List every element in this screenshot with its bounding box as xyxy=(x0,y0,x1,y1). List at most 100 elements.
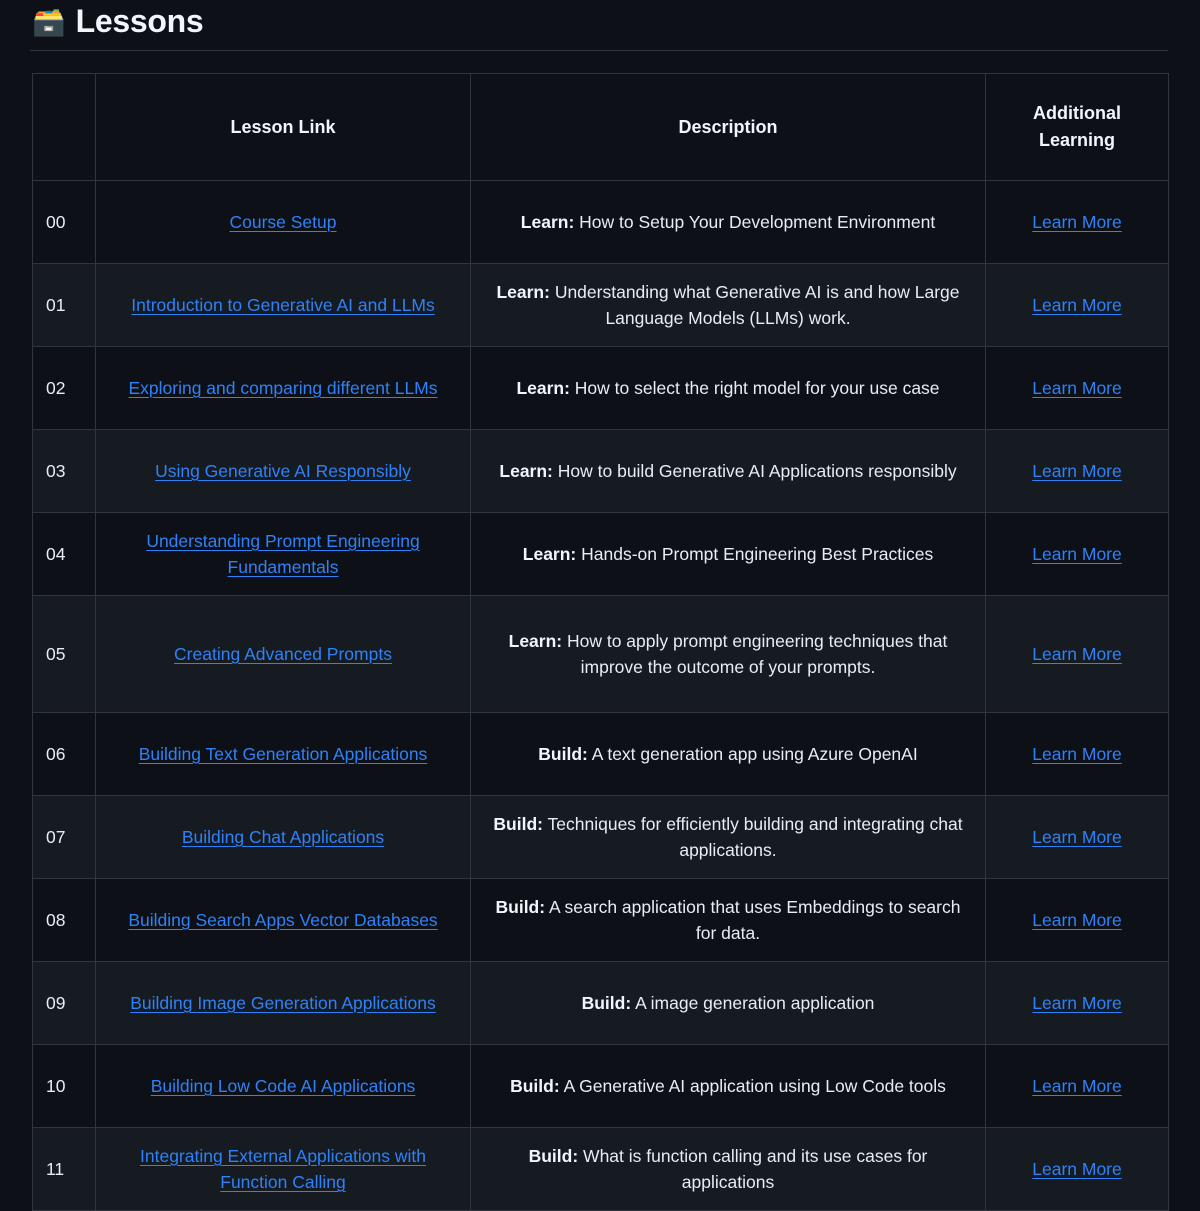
description-text: How to Setup Your Development Environmen… xyxy=(574,211,936,232)
description-prefix: Build: xyxy=(528,1145,579,1166)
lesson-description: Build: A Generative AI application using… xyxy=(470,1044,986,1128)
description-prefix: Learn: xyxy=(508,630,563,651)
description-text: A image generation application xyxy=(631,992,875,1013)
lesson-number: 04 xyxy=(32,512,96,596)
lesson-link-cell: Building Low Code AI Applications xyxy=(95,1044,471,1128)
lesson-description: Build: Techniques for efficiently buildi… xyxy=(470,795,986,879)
table-header: Lesson Link Description Additional Learn… xyxy=(32,73,1169,181)
description-text: Techniques for efficiently building and … xyxy=(542,813,963,860)
additional-learning-cell: Learn More xyxy=(985,429,1169,513)
learn-more-link[interactable]: Learn More xyxy=(1032,1159,1122,1179)
lesson-description: Build: A search application that uses Em… xyxy=(470,878,986,962)
lesson-description: Learn: Hands-on Prompt Engineering Best … xyxy=(470,512,986,596)
learn-more-link[interactable]: Learn More xyxy=(1032,378,1122,398)
learn-more-link[interactable]: Learn More xyxy=(1032,744,1122,764)
learn-more-link[interactable]: Learn More xyxy=(1032,544,1122,564)
additional-learning-cell: Learn More xyxy=(985,595,1169,713)
lesson-description: Learn: How to select the right model for… xyxy=(470,346,986,430)
table-row: 11 Integrating External Applications with… xyxy=(32,1127,1169,1211)
lesson-link-cell: Exploring and comparing different LLMs xyxy=(95,346,471,430)
table-row: 08 Building Search Apps Vector Databases B… xyxy=(32,878,1169,962)
page-title-text: Lessons xyxy=(75,3,204,40)
lesson-number: 07 xyxy=(32,795,96,879)
lesson-number: 03 xyxy=(32,429,96,513)
lesson-description: Build: A image generation application xyxy=(470,961,986,1045)
description-text: Hands-on Prompt Engineering Best Practic… xyxy=(576,543,934,564)
column-header-description: Description xyxy=(470,73,986,181)
lesson-link[interactable]: Understanding Prompt Engineering Fundame… xyxy=(146,531,419,577)
table-row: 09 Building Image Generation Applications… xyxy=(32,961,1169,1045)
description-text: A Generative AI application using Low Co… xyxy=(559,1075,946,1096)
description-text: A search application that uses Embedding… xyxy=(545,896,961,943)
lesson-link[interactable]: Exploring and comparing different LLMs xyxy=(128,378,437,398)
lesson-link[interactable]: Building Text Generation Applications xyxy=(139,744,428,764)
lesson-link[interactable]: Using Generative AI Responsibly xyxy=(155,461,411,481)
learn-more-link[interactable]: Learn More xyxy=(1032,993,1122,1013)
lesson-link[interactable]: Building Chat Applications xyxy=(182,827,384,847)
lesson-link[interactable]: Building Search Apps Vector Databases xyxy=(128,910,437,930)
additional-learning-cell: Learn More xyxy=(985,512,1169,596)
lesson-link-cell: Understanding Prompt Engineering Fundame… xyxy=(95,512,471,596)
learn-more-link[interactable]: Learn More xyxy=(1032,212,1122,232)
lesson-description: Learn: Understanding what Generative AI … xyxy=(470,263,986,347)
additional-learning-cell: Learn More xyxy=(985,712,1169,796)
learn-more-link[interactable]: Learn More xyxy=(1032,910,1122,930)
additional-learning-cell: Learn More xyxy=(985,795,1169,879)
learn-more-link[interactable]: Learn More xyxy=(1032,827,1122,847)
table-row: 04 Understanding Prompt Engineering Funda… xyxy=(32,512,1169,596)
learn-more-link[interactable]: Learn More xyxy=(1032,461,1122,481)
table-row: 10 Building Low Code AI Applications Build… xyxy=(32,1044,1169,1128)
lesson-link-cell: Creating Advanced Prompts xyxy=(95,595,471,713)
description-prefix: Learn: xyxy=(520,211,575,232)
table-row: 00 Course Setup Learn: How to Setup Your D… xyxy=(32,180,1169,264)
lesson-link[interactable]: Introduction to Generative AI and LLMs xyxy=(131,295,435,315)
column-header-additional-learning: Additional Learning xyxy=(985,73,1169,181)
description-prefix: Build: xyxy=(495,896,546,917)
lesson-link-cell: Building Text Generation Applications xyxy=(95,712,471,796)
lesson-description: Build: What is function calling and its … xyxy=(470,1127,986,1211)
description-text: How to build Generative AI Applications … xyxy=(552,460,957,481)
lesson-description: Learn: How to Setup Your Development Env… xyxy=(470,180,986,264)
lesson-link[interactable]: Integrating External Applications with F… xyxy=(140,1146,426,1192)
lesson-number: 05 xyxy=(32,595,96,713)
lesson-link-cell: Course Setup xyxy=(95,180,471,264)
lesson-number: 08 xyxy=(32,878,96,962)
additional-learning-cell: Learn More xyxy=(985,180,1169,264)
table-header-row: Lesson Link Description Additional Learn… xyxy=(32,73,1169,181)
lesson-link-cell: Building Search Apps Vector Databases xyxy=(95,878,471,962)
description-text: Understanding what Generative AI is and … xyxy=(549,281,960,328)
table-row: 06 Building Text Generation Applications B… xyxy=(32,712,1169,796)
page-title: 🗃️ Lessons xyxy=(0,0,1200,44)
lesson-link[interactable]: Course Setup xyxy=(229,212,336,232)
description-text: How to apply prompt engineering techniqu… xyxy=(562,630,948,677)
learn-more-link[interactable]: Learn More xyxy=(1032,295,1122,315)
additional-learning-cell: Learn More xyxy=(985,263,1169,347)
additional-learning-cell: Learn More xyxy=(985,346,1169,430)
description-prefix: Learn: xyxy=(496,281,550,302)
description-prefix: Learn: xyxy=(499,460,553,481)
lesson-description: Learn: How to build Generative AI Applic… xyxy=(470,429,986,513)
learn-more-link[interactable]: Learn More xyxy=(1032,1076,1122,1096)
learn-more-link[interactable]: Learn More xyxy=(1032,644,1122,664)
card-file-box-icon: 🗃️ xyxy=(32,6,66,38)
table-row: 05 Creating Advanced Prompts Learn: How to… xyxy=(32,595,1169,713)
lesson-link[interactable]: Building Image Generation Applications xyxy=(130,993,435,1013)
additional-learning-cell: Learn More xyxy=(985,878,1169,962)
lesson-number: 06 xyxy=(32,712,96,796)
table-body: 00 Course Setup Learn: How to Setup Your D… xyxy=(32,180,1169,1211)
table-row: 02 Exploring and comparing different LLMs… xyxy=(32,346,1169,430)
lesson-link[interactable]: Creating Advanced Prompts xyxy=(174,644,392,664)
additional-learning-cell: Learn More xyxy=(985,1044,1169,1128)
lesson-link-cell: Introduction to Generative AI and LLMs xyxy=(95,263,471,347)
lesson-link-cell: Integrating External Applications with F… xyxy=(95,1127,471,1211)
table-row: 03 Using Generative AI Responsibly Learn: … xyxy=(32,429,1169,513)
column-header-lesson-link: Lesson Link xyxy=(95,73,471,181)
table-row: 07 Building Chat Applications Build: Techn… xyxy=(32,795,1169,879)
description-prefix: Learn: xyxy=(516,377,570,398)
lesson-description: Build: A text generation app using Azure… xyxy=(470,712,986,796)
lesson-number: 02 xyxy=(32,346,96,430)
lesson-link[interactable]: Building Low Code AI Applications xyxy=(151,1076,416,1096)
lesson-number: 10 xyxy=(32,1044,96,1128)
lesson-number: 11 xyxy=(32,1127,96,1211)
additional-learning-cell: Learn More xyxy=(985,961,1169,1045)
